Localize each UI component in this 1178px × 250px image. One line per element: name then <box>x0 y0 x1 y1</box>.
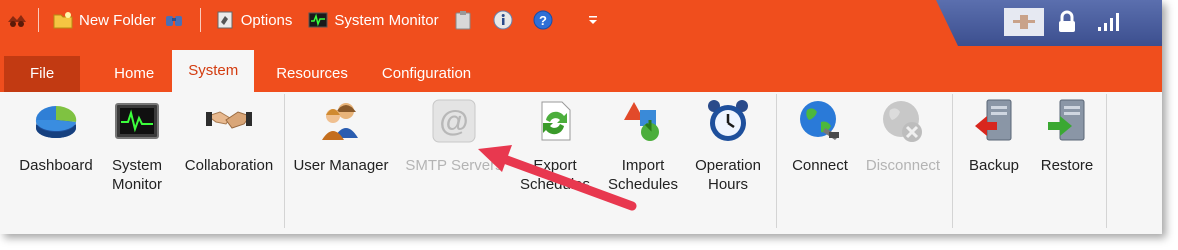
smtp-servers-label-1: SMTP Servers <box>405 157 503 174</box>
signal-icon-wrap[interactable] <box>1094 8 1124 36</box>
lock-icon <box>1059 10 1075 32</box>
options-label: Options <box>240 11 293 29</box>
new-folder-button[interactable]: New Folder <box>53 8 156 32</box>
backup-label-1: Backup <box>968 157 1020 174</box>
tab-home[interactable]: Home <box>98 56 170 92</box>
clipboard-button[interactable] <box>453 8 479 32</box>
disconnect-label-1: Disconnect <box>865 157 941 174</box>
restore-button[interactable]: Restore <box>1032 98 1102 175</box>
customize-toolbar-button[interactable] <box>587 8 599 32</box>
globe-connect-icon <box>800 101 839 140</box>
plug-icon-wrap[interactable] <box>1004 8 1044 36</box>
status-area <box>936 0 1162 46</box>
export-schedules-label-2: Schedules <box>519 176 591 193</box>
restore-label-1: Restore <box>1040 157 1094 174</box>
collaboration-button[interactable]: Collaboration <box>178 98 280 175</box>
signal-icon <box>1098 13 1119 31</box>
export-schedules-button[interactable]: Export Schedules <box>514 98 596 194</box>
system-monitor-label-2: Monitor <box>111 176 163 193</box>
group-separator <box>776 94 777 228</box>
user-manager-button[interactable]: User Manager <box>288 98 394 175</box>
import-schedules-button[interactable]: Import Schedules <box>602 98 684 194</box>
system-monitor-button[interactable]: System Monitor <box>104 98 170 194</box>
import-schedules-label-2: Schedules <box>607 176 679 193</box>
disconnect-button[interactable]: Disconnect <box>860 98 946 175</box>
backup-button[interactable]: Backup <box>960 98 1028 175</box>
svg-text:@: @ <box>439 105 468 138</box>
group-separator <box>952 94 953 228</box>
user-manager-label-1: User Manager <box>293 157 389 174</box>
tab-system[interactable]: System <box>172 50 255 92</box>
system-monitor-label-1: System <box>111 157 162 174</box>
dropdown-arrow-icon <box>588 16 597 24</box>
info-icon <box>493 10 513 30</box>
find-button[interactable] <box>164 8 190 32</box>
operation-hours-button[interactable]: Operation Hours <box>688 98 768 194</box>
connect-button[interactable]: Connect <box>782 98 858 175</box>
system-monitor-label: System Monitor <box>334 11 439 29</box>
group-separator <box>284 94 285 228</box>
options-icon <box>217 11 233 29</box>
clipboard-icon <box>455 11 471 30</box>
operation-hours-label-1: Operation <box>695 157 761 174</box>
toolbar-separator <box>38 8 39 32</box>
restore-icon <box>1048 99 1085 141</box>
export-schedules-label-1: Export <box>533 157 577 174</box>
smtp-servers-button[interactable]: @ SMTP Servers <box>402 98 506 175</box>
ribbon-tabs: File Home System Resources Configuration <box>0 48 489 92</box>
svg-text:?: ? <box>539 13 547 28</box>
lock-icon-wrap[interactable] <box>1054 8 1080 36</box>
system-monitor-qat-button[interactable]: System Monitor <box>308 8 439 32</box>
tab-file[interactable]: File <box>4 56 81 92</box>
dashboard-label-1: Dashboard <box>19 157 93 174</box>
operation-hours-label-2: Hours <box>707 176 748 193</box>
new-folder-icon <box>53 12 73 29</box>
help-button[interactable]: ? <box>533 8 559 32</box>
application-window: New Folder Options System Monitor ? File… <box>0 0 1162 234</box>
system-monitor-icon <box>115 103 159 139</box>
help-icon: ? <box>533 10 553 30</box>
quick-access-toolbar: New Folder Options System Monitor ? <box>0 0 599 40</box>
ribbon-panel: Dashboard System Monitor Collaboration U… <box>0 92 1162 234</box>
import-schedules-label-1: Import <box>621 157 665 174</box>
globe-disconnect-icon <box>883 101 922 142</box>
find-icon <box>165 16 182 26</box>
group-separator <box>1106 94 1107 228</box>
new-folder-label: New Folder <box>79 11 156 29</box>
plug-icon <box>1013 15 1035 29</box>
app-icon[interactable] <box>6 8 28 32</box>
info-button[interactable] <box>493 8 519 32</box>
system-monitor-icon <box>308 12 328 28</box>
collaboration-label-1: Collaboration <box>184 157 274 174</box>
tab-resources[interactable]: Resources <box>260 56 364 92</box>
clock-icon <box>708 100 748 141</box>
backup-icon <box>975 99 1012 141</box>
options-button[interactable]: Options <box>215 8 293 32</box>
dashboard-button[interactable]: Dashboard <box>14 98 98 175</box>
toolbar-separator <box>199 8 201 32</box>
dashboard-icon <box>35 105 77 138</box>
export-icon <box>541 101 571 141</box>
users-icon <box>322 103 358 140</box>
connect-label-1: Connect <box>792 157 848 174</box>
handshake-icon <box>206 111 252 129</box>
at-sign-icon: @ <box>432 99 476 143</box>
import-icon <box>624 102 659 141</box>
tab-configuration[interactable]: Configuration <box>366 56 487 92</box>
